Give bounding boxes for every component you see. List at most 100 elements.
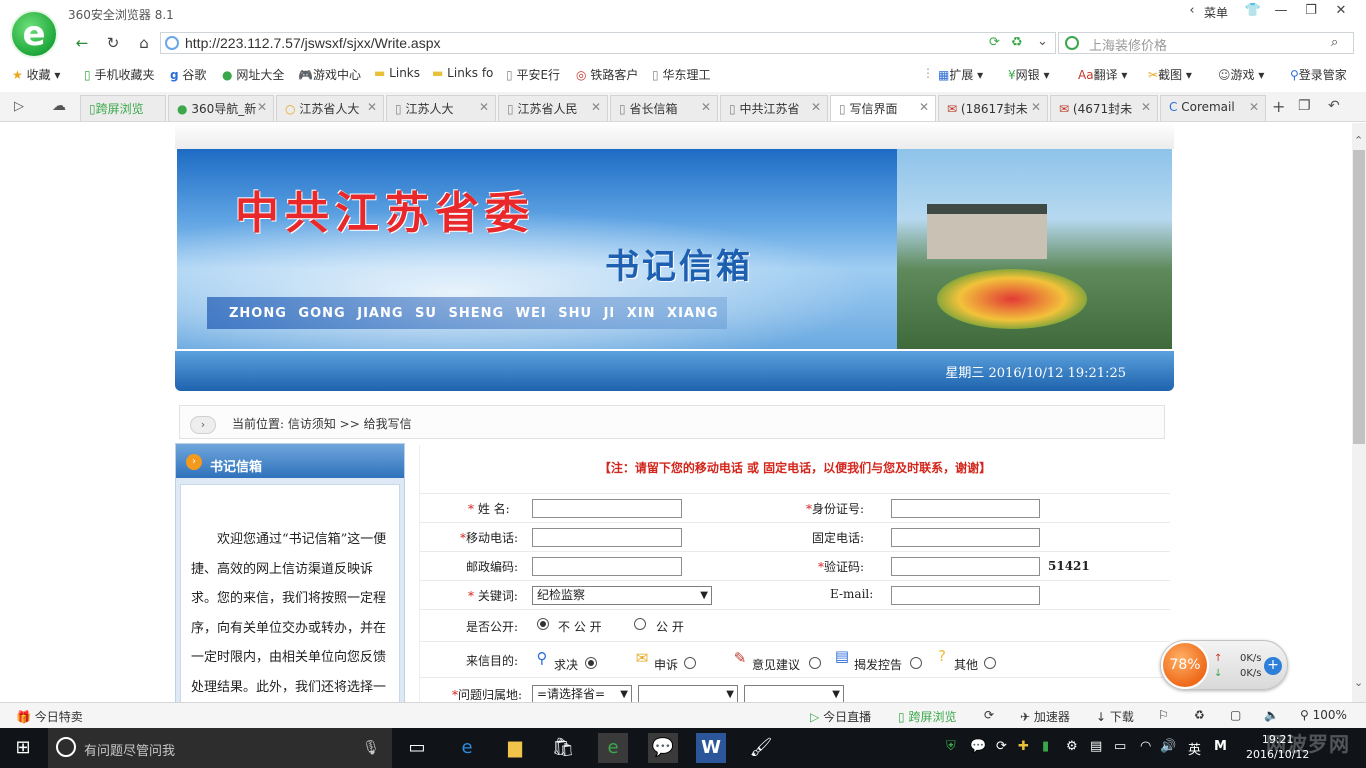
keyword-select[interactable]: 纪检监察 ▼: [532, 586, 712, 605]
restore-button[interactable]: ❐: [1296, 0, 1326, 24]
city-select[interactable]: ▼: [638, 685, 738, 702]
battery-tray-icon[interactable]: ▮: [1042, 739, 1049, 754]
search-icon[interactable]: ⌕: [1331, 35, 1338, 50]
mobile-input[interactable]: [532, 528, 682, 547]
tab-js-people[interactable]: ▯ 江苏省人民 ✕: [498, 95, 608, 121]
back-icon[interactable]: ←: [70, 33, 94, 53]
paint-icon[interactable]: 🖌: [746, 733, 776, 763]
device-tray-icon[interactable]: ▤: [1090, 739, 1102, 754]
email-input[interactable]: [891, 586, 1040, 605]
tab-cpc-jiangsu[interactable]: ▯ 中共江苏省 ✕: [720, 95, 828, 121]
sync-status-icon[interactable]: ♻: [1194, 708, 1205, 722]
edge-icon[interactable]: e: [452, 733, 482, 763]
settings-tray-icon[interactable]: ⚙: [1066, 739, 1078, 754]
add-icon[interactable]: +: [1264, 657, 1282, 675]
tab-360-nav[interactable]: ● 360导航_新 ✕: [168, 95, 274, 121]
purpose-radio-5[interactable]: [984, 657, 996, 669]
store-icon[interactable]: 🛍: [548, 733, 578, 763]
chevron-left-icon[interactable]: ‹: [1184, 0, 1200, 24]
tab-list-icon[interactable]: ❐: [1298, 98, 1311, 114]
ime-indicator[interactable]: 英: [1188, 739, 1201, 758]
sound-icon[interactable]: 🔈: [1264, 708, 1279, 722]
url-field[interactable]: http://223.112.7.57/jswsxf/sjxx/Write.as…: [160, 32, 1056, 54]
public-radio[interactable]: [634, 618, 646, 630]
bookmark-icon[interactable]: ⚐: [1158, 708, 1169, 722]
window-icon[interactable]: ▢: [1230, 708, 1241, 722]
zoom-level[interactable]: ⚲ 100%: [1300, 708, 1347, 722]
undo-close-icon[interactable]: ↶: [1328, 98, 1340, 114]
daily-deals[interactable]: 🎁 今日特卖: [16, 708, 83, 725]
toolbar-extensions[interactable]: ▦扩展 ▾: [938, 66, 983, 83]
windows-start-icon[interactable]: ⊞: [8, 733, 38, 763]
scroll-down-icon[interactable]: ⌄: [1354, 676, 1363, 689]
bookmark-links[interactable]: ▬ Links: [374, 66, 420, 80]
tab-js-renda[interactable]: ▯ 江苏人大 ✕: [386, 95, 496, 121]
tab-js-npc[interactable]: ○ 江苏省人大 ✕: [276, 95, 384, 121]
power-tray-icon[interactable]: ▭: [1114, 739, 1126, 754]
bookmark-google[interactable]: g 谷歌: [170, 66, 206, 83]
tab-cross-screen[interactable]: ▯跨屏浏览: [80, 95, 166, 121]
chevron-down-icon[interactable]: ⌄: [1037, 34, 1048, 49]
toolbar-games[interactable]: ☺游戏 ▾: [1218, 66, 1264, 83]
wifi-icon[interactable]: ◠: [1140, 739, 1151, 754]
id-number-input[interactable]: [891, 499, 1040, 518]
accelerator[interactable]: ✈ 加速器: [1020, 708, 1070, 725]
sidebar-toggle-icon[interactable]: ▷: [14, 99, 24, 114]
phone-input[interactable]: [891, 528, 1040, 547]
scroll-thumb[interactable]: [1353, 150, 1365, 444]
purpose-radio-2[interactable]: [684, 657, 696, 669]
sync-icon[interactable]: ⟳: [989, 35, 1000, 50]
menu-button[interactable]: 菜单: [1204, 4, 1228, 21]
360-browser-icon[interactable]: e: [598, 733, 628, 763]
downloads[interactable]: ↓ 下载: [1096, 708, 1134, 725]
private-radio[interactable]: [537, 618, 549, 630]
leaf-icon[interactable]: ♻: [1011, 35, 1023, 50]
cross-screen[interactable]: ▯ 跨屏浏览: [898, 708, 956, 725]
shield-tray-icon[interactable]: ⛨: [946, 739, 956, 754]
browser-logo-icon[interactable]: e: [10, 10, 58, 58]
file-explorer-icon[interactable]: ▆: [500, 733, 530, 763]
new-tab-icon[interactable]: +: [1272, 97, 1285, 116]
wechat-icon[interactable]: 💬: [648, 733, 678, 763]
bookmark-links-fo[interactable]: ▬ Links fo: [432, 66, 493, 80]
tab-mail-4671[interactable]: ✉ (4671封未 ✕: [1050, 95, 1158, 121]
home-icon[interactable]: ⌂: [132, 33, 156, 53]
tab-coremail[interactable]: C Coremail ✕: [1160, 95, 1266, 121]
postcode-input[interactable]: [532, 557, 682, 576]
bookmark-ecust[interactable]: ▯ 华东理工: [652, 66, 710, 83]
ime-mode-icon[interactable]: M: [1214, 739, 1227, 754]
district-select[interactable]: ▼: [744, 685, 844, 702]
task-view-icon[interactable]: ▭: [402, 733, 432, 763]
bookmark-mobile[interactable]: ▯ 手机收藏夹: [84, 66, 154, 83]
purpose-radio-3[interactable]: [809, 657, 821, 669]
bookmark-sites[interactable]: ● 网址大全: [222, 66, 284, 83]
bookmark-pingan[interactable]: ▯ 平安E行: [506, 66, 560, 83]
province-select[interactable]: =请选择省= ▼: [532, 685, 632, 702]
cloud-icon[interactable]: ☁: [52, 98, 66, 114]
bookmark-favorites[interactable]: ★ 收藏 ▾: [12, 66, 60, 83]
search-engine-icon[interactable]: [1065, 36, 1079, 50]
plus-tray-icon[interactable]: ✚: [1018, 739, 1029, 754]
wechat-tray-icon[interactable]: 💬: [970, 739, 986, 754]
bookmark-games[interactable]: 🎮游戏中心: [298, 66, 361, 83]
volume-icon[interactable]: 🔊: [1160, 739, 1176, 754]
update-tray-icon[interactable]: ⟳: [996, 739, 1007, 754]
tab-mail-18617[interactable]: ✉ (18617封未 ✕: [938, 95, 1048, 121]
daily-live[interactable]: ▷ 今日直播: [810, 708, 871, 725]
skin-icon[interactable]: 👕: [1238, 0, 1268, 24]
memory-ball[interactable]: 78%: [1161, 641, 1209, 689]
purpose-radio-4[interactable]: [910, 657, 922, 669]
refresh-icon-status[interactable]: ⟳: [984, 708, 994, 722]
toolbar-screenshot[interactable]: ✂截图 ▾: [1148, 66, 1192, 83]
bookmark-railway[interactable]: ◎ 铁路客户: [576, 66, 638, 83]
refresh-icon[interactable]: ↻: [101, 33, 125, 53]
microphone-icon[interactable]: 🎙: [356, 733, 386, 763]
name-input[interactable]: [532, 499, 682, 518]
tab-governor-mailbox[interactable]: ▯ 省长信箱 ✕: [610, 95, 718, 121]
tab-write-letter[interactable]: ▯ 写信界面 ✕: [830, 95, 936, 121]
close-button[interactable]: ✕: [1326, 0, 1356, 24]
scroll-up-icon[interactable]: ⌃: [1354, 134, 1363, 147]
word-icon[interactable]: W: [696, 733, 726, 763]
search-input[interactable]: 上海装修价格 ⌕: [1058, 32, 1354, 54]
toolbar-translate[interactable]: Aa翻译 ▾: [1078, 66, 1127, 83]
